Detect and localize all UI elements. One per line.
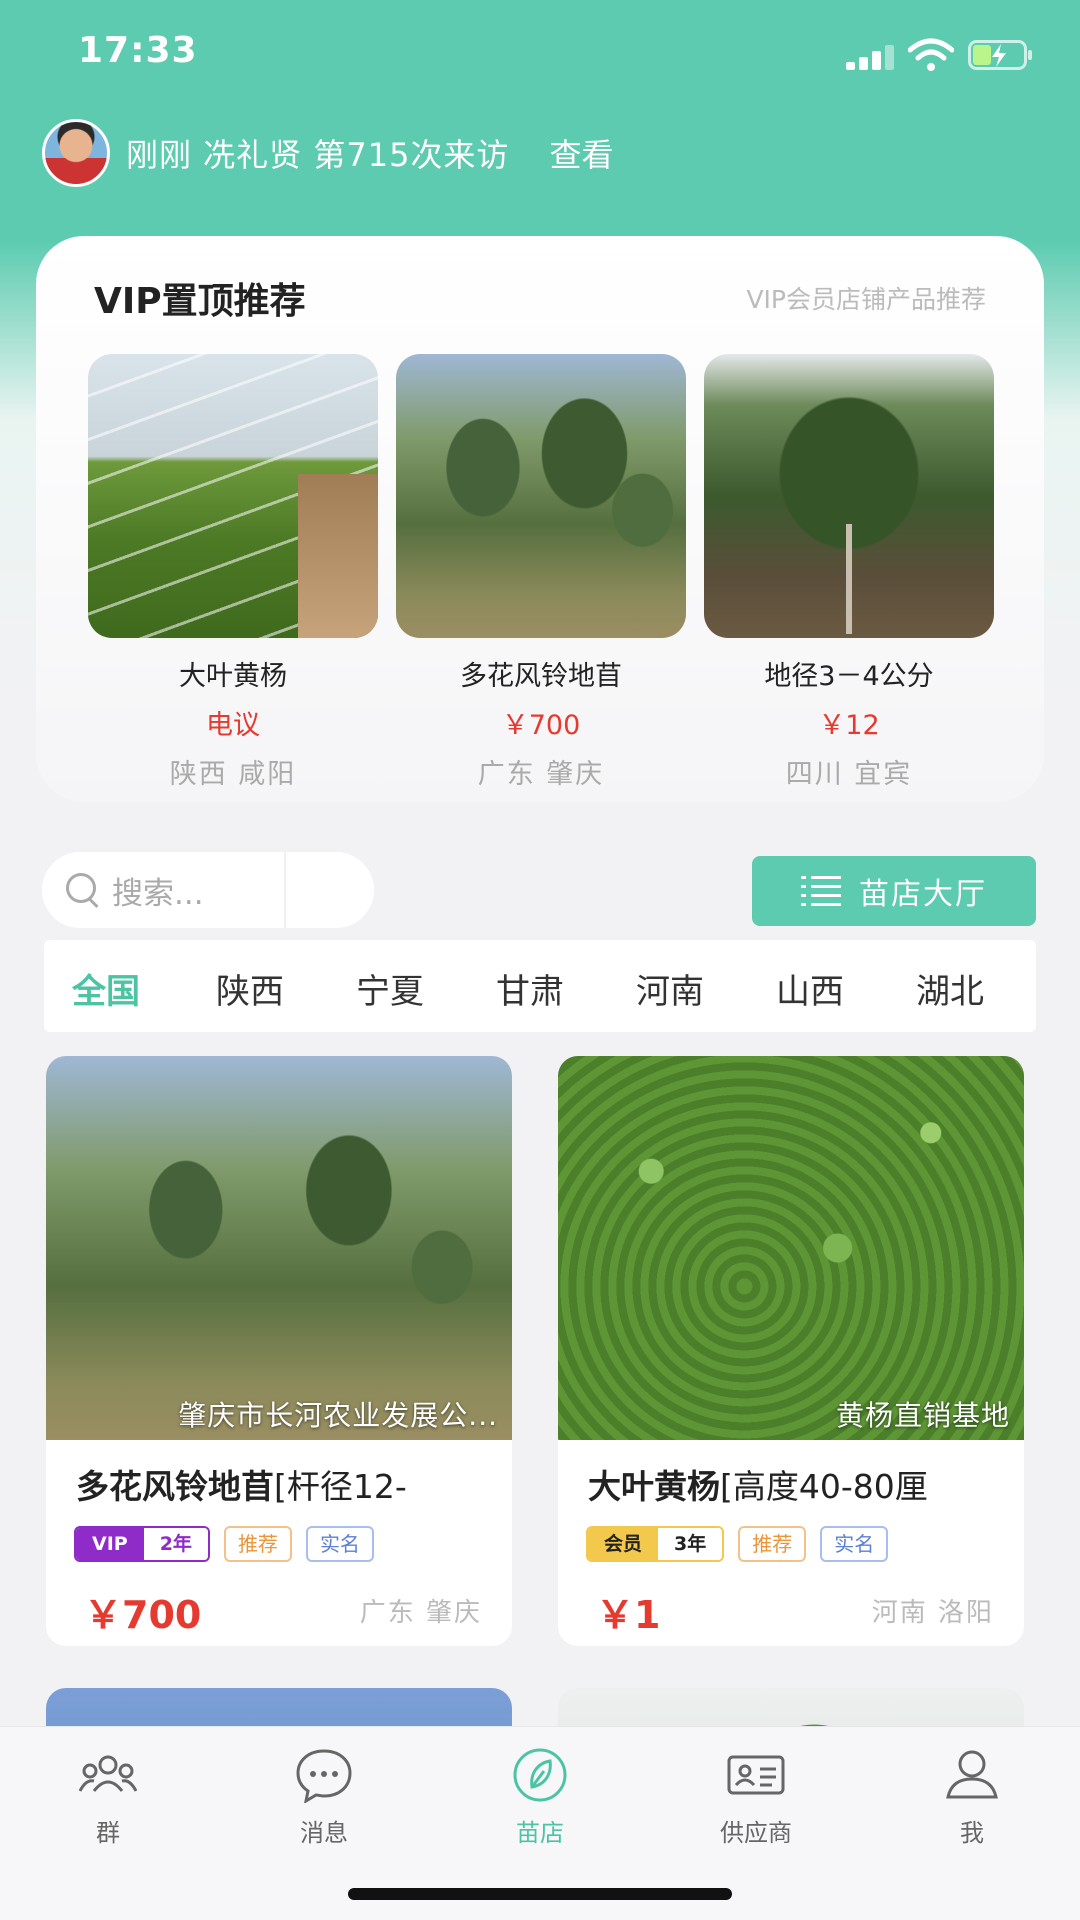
group-icon — [78, 1755, 138, 1792]
product-location: 河南 洛阳 — [871, 1598, 994, 1628]
visitor-banner: 刚刚 冼礼贤 第715次来访 查看 — [42, 119, 613, 187]
search-divider — [284, 852, 286, 928]
status-time: 17:33 — [78, 30, 198, 71]
region-tab-shaanxi[interactable]: 陕西 — [216, 964, 284, 1013]
product-card[interactable]: 黄杨直销基地 大叶黄杨[高度40-80厘 会员 3年 推荐 实名 ￥1 河南 洛… — [558, 1056, 1024, 1646]
vip-badge-label: VIP — [76, 1528, 144, 1560]
vip-item-price: 电议 — [206, 710, 260, 741]
recommend-tag: 推荐 — [223, 1526, 292, 1562]
vip-item[interactable]: 大叶黄杨 电议 陕西 咸阳 — [88, 354, 378, 791]
leaf-icon — [513, 1748, 567, 1802]
vip-item-location: 四川 宜宾 — [785, 759, 913, 790]
vip-badge-years: 2年 — [143, 1528, 208, 1560]
vip-item-price: ￥12 — [818, 710, 880, 741]
shop-hall-label: 苗店大厅 — [859, 877, 987, 912]
shop-hall-button[interactable]: 苗店大厅 — [752, 856, 1036, 926]
vip-title: VIP置顶推荐 — [94, 281, 306, 322]
product-card[interactable]: 肇庆市长河农业发展公... 多花风铃地苜[杆径12- VIP 2年 推荐 实名 … — [46, 1056, 512, 1646]
tab-group[interactable]: 群 — [38, 1747, 178, 1848]
vip-item-image — [88, 354, 378, 638]
battery-icon — [968, 40, 1032, 70]
region-tab-hubei[interactable]: 湖北 — [916, 964, 984, 1013]
vip-item-image — [396, 354, 686, 638]
vip-item-name: 大叶黄杨 — [179, 661, 287, 692]
vip-item-location: 广东 肇庆 — [477, 759, 605, 790]
search-input[interactable]: 搜索... — [42, 852, 374, 928]
visitor-text: 刚刚 冼礼贤 第715次来访 — [126, 136, 510, 174]
cellular-signal-icon — [846, 44, 898, 70]
product-price: ￥700 — [84, 1593, 202, 1637]
product-tags: VIP 2年 推荐 实名 — [74, 1526, 388, 1562]
vip-recommend-card: VIP置顶推荐 VIP会员店铺产品推荐 大叶黄杨 电议 陕西 咸阳 多花风铃地苜… — [36, 236, 1044, 802]
status-bar: 17:33 — [0, 0, 1080, 110]
tab-messages[interactable]: 消息 — [254, 1747, 394, 1848]
recommend-tag: 推荐 — [738, 1526, 807, 1562]
product-title-name: 多花风铃地苜 — [76, 1467, 274, 1506]
tab-shop[interactable]: 苗店 — [470, 1747, 610, 1848]
list-icon — [801, 876, 841, 906]
tab-label: 群 — [96, 1819, 120, 1847]
tab-label: 供应商 — [720, 1819, 792, 1847]
product-image: 黄杨直销基地 — [558, 1056, 1024, 1440]
vip-item[interactable]: 地径3－4公分 ￥12 四川 宜宾 — [704, 354, 994, 791]
region-tab-henan[interactable]: 河南 — [636, 964, 704, 1013]
region-tab-gansu[interactable]: 甘肃 — [496, 964, 564, 1013]
tab-me[interactable]: 我 — [902, 1747, 1042, 1848]
user-icon — [946, 1750, 998, 1799]
product-title-name: 大叶黄杨 — [588, 1467, 720, 1506]
vip-item-image — [704, 354, 994, 638]
vip-item-name: 多花风铃地苜 — [460, 661, 622, 692]
member-badge-label: 会员 — [588, 1528, 659, 1560]
member-badge-years: 3年 — [658, 1528, 723, 1560]
visitor-avatar[interactable] — [42, 119, 110, 187]
view-visitor-link[interactable]: 查看 — [549, 130, 613, 176]
region-tab-ningxia[interactable]: 宁夏 — [356, 964, 424, 1013]
region-tab-all[interactable]: 全国 — [72, 964, 140, 1013]
verified-tag: 实名 — [820, 1526, 889, 1562]
product-title: 多花风铃地苜[杆径12- — [76, 1460, 496, 1508]
wifi-icon — [908, 38, 954, 71]
vip-item-price: ￥700 — [501, 710, 581, 741]
product-title-spec: [杆径12- — [274, 1467, 407, 1506]
region-tab-bar: 全国 陕西 宁夏 甘肃 河南 山西 湖北 — [44, 940, 1036, 1032]
vip-item-name: 地径3－4公分 — [764, 661, 934, 692]
vip-item-location: 陕西 咸阳 — [169, 759, 297, 790]
product-shop-caption: 黄杨直销基地 — [835, 1399, 1010, 1432]
member-years-badge: 会员 3年 — [586, 1526, 725, 1562]
tab-label: 我 — [960, 1819, 984, 1847]
product-location: 广东 肇庆 — [359, 1598, 482, 1628]
product-shop-caption: 肇庆市长河农业发展公... — [178, 1399, 498, 1432]
verified-tag: 实名 — [305, 1526, 374, 1562]
tab-suppliers[interactable]: 供应商 — [686, 1747, 826, 1848]
product-tags: 会员 3年 推荐 实名 — [586, 1526, 902, 1562]
search-placeholder: 搜索... — [112, 875, 204, 912]
search-icon — [64, 871, 102, 909]
tab-label: 苗店 — [516, 1819, 564, 1847]
tab-label: 消息 — [300, 1819, 348, 1847]
message-icon — [296, 1749, 352, 1805]
region-tab-shanxi[interactable]: 山西 — [776, 964, 844, 1013]
id-card-icon — [727, 1755, 785, 1795]
product-title-spec: [高度40-80厘 — [720, 1467, 928, 1506]
product-price: ￥1 — [596, 1593, 661, 1637]
product-title: 大叶黄杨[高度40-80厘 — [588, 1460, 1008, 1508]
vip-years-badge: VIP 2年 — [74, 1526, 210, 1562]
home-indicator[interactable] — [348, 1888, 732, 1900]
vip-subtitle: VIP会员店铺产品推荐 — [746, 285, 986, 314]
vip-item[interactable]: 多花风铃地苜 ￥700 广东 肇庆 — [396, 354, 686, 791]
product-image: 肇庆市长河农业发展公... — [46, 1056, 512, 1440]
